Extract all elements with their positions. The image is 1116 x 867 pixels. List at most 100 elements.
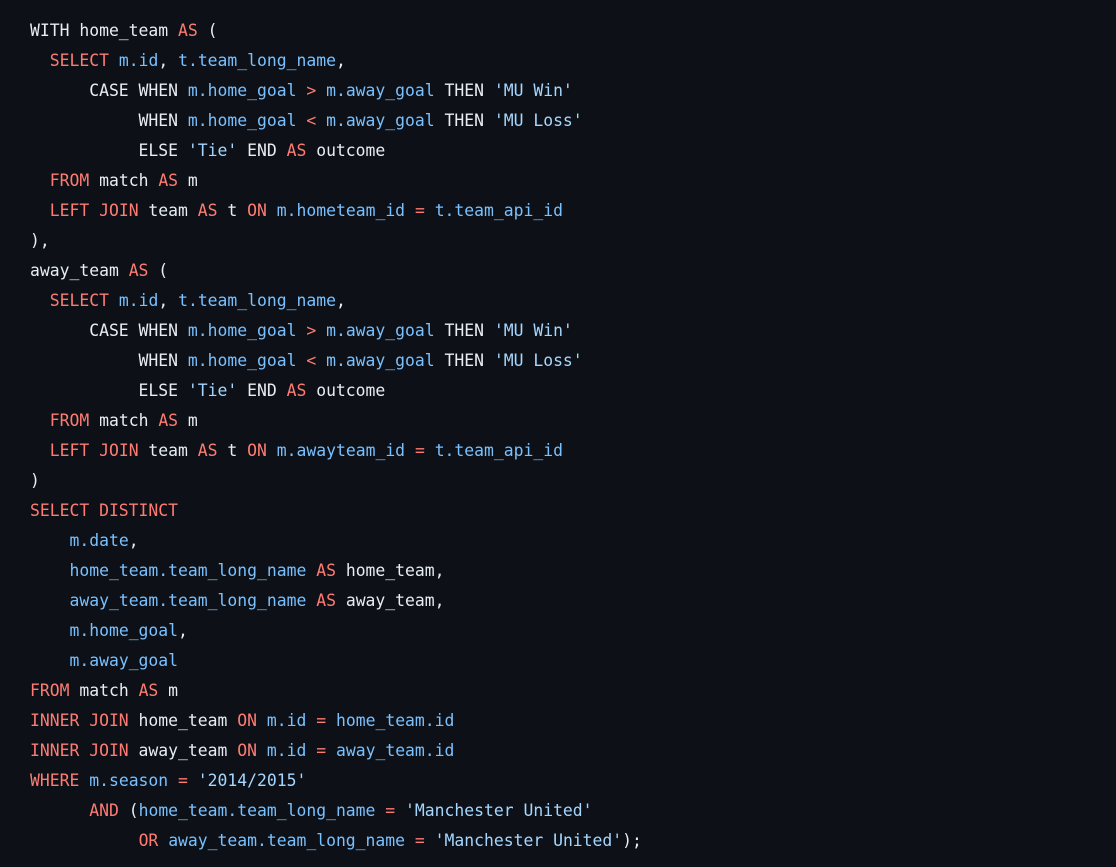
plain-token: , — [335, 51, 346, 70]
code-line: CASE WHEN m.home_goal > m.away_goal THEN… — [30, 76, 642, 106]
plain-token: match — [89, 171, 159, 190]
plain-token: match — [89, 411, 159, 430]
identifier-token: m.id — [266, 711, 307, 730]
plain-token: t — [217, 201, 248, 220]
operator-token: < — [306, 111, 317, 130]
plain-token: ( — [197, 21, 218, 40]
identifier-token: m.id — [118, 51, 159, 70]
plain-token: THEN — [434, 321, 494, 340]
keyword-token: LEFT JOIN — [49, 201, 139, 220]
operator-token: = — [414, 831, 425, 850]
plain-token: home_team, — [335, 561, 445, 580]
keyword-token: WHERE — [30, 771, 80, 790]
operator-token: = — [316, 741, 327, 760]
keyword-token: AS — [197, 441, 218, 460]
keyword-token: ON — [237, 741, 257, 760]
identifier-token: home_team.team_long_name — [138, 801, 376, 820]
plain-token: WHEN — [30, 351, 188, 370]
keyword-token: ON — [247, 441, 267, 460]
keyword-token: SELECT — [49, 291, 109, 310]
keyword-token: FROM — [30, 681, 70, 700]
plain-token: t — [217, 441, 248, 460]
keyword-token: ON — [247, 201, 267, 220]
plain-token: away_team — [128, 741, 238, 760]
string-token: 'MU Loss' — [493, 351, 583, 370]
keyword-token: AS — [316, 561, 336, 580]
identifier-token: m.home_goal — [187, 81, 297, 100]
code-line: ), — [30, 226, 642, 256]
code-line: WITH home_team AS ( — [30, 16, 642, 46]
plain-token: team — [138, 441, 198, 460]
keyword-token: AS — [316, 591, 336, 610]
identifier-token: away_team.team_long_name — [69, 591, 307, 610]
code-line: away_team AS ( — [30, 256, 642, 286]
identifier-token: m.awayteam_id — [276, 441, 406, 460]
string-token: 'Tie' — [187, 381, 238, 400]
plain-token: m — [178, 411, 198, 430]
string-token: '2014/2015' — [197, 771, 307, 790]
plain-token: m — [178, 171, 198, 190]
keyword-token: AS — [158, 411, 179, 430]
operator-token: > — [306, 321, 317, 340]
keyword-token: FROM — [49, 411, 90, 430]
identifier-token: m.home_goal — [187, 321, 297, 340]
plain-token: THEN — [434, 111, 494, 130]
plain-token: , — [158, 291, 179, 310]
code-line: m.away_goal — [30, 646, 642, 676]
string-token: 'Manchester United' — [405, 801, 593, 820]
keyword-token: SELECT — [49, 51, 109, 70]
plain-token: away_team — [30, 261, 129, 280]
plain-token: , — [158, 51, 179, 70]
code-line: home_team.team_long_name AS home_team, — [30, 556, 642, 586]
plain-token: THEN — [434, 81, 494, 100]
code-line: LEFT JOIN team AS t ON m.hometeam_id = t… — [30, 196, 642, 226]
plain-token: home_team — [128, 711, 238, 730]
plain-token: , — [335, 291, 346, 310]
code-line: m.date, — [30, 526, 642, 556]
sql-code-block: WITH home_team AS ( SELECT m.id, t.team_… — [30, 16, 642, 856]
plain-token: ELSE — [30, 381, 188, 400]
plain-token: END — [237, 381, 287, 400]
identifier-token: m.id — [118, 291, 159, 310]
code-line: CASE WHEN m.home_goal > m.away_goal THEN… — [30, 316, 642, 346]
keyword-token: AS — [178, 21, 198, 40]
plain-token: away_team, — [335, 591, 445, 610]
operator-token: > — [306, 81, 317, 100]
plain-token: outcome — [306, 141, 386, 160]
operator-token: = — [414, 441, 425, 460]
keyword-token: AS — [197, 201, 218, 220]
code-line: SELECT m.id, t.team_long_name, — [30, 286, 642, 316]
code-line: ELSE 'Tie' END AS outcome — [30, 376, 642, 406]
code-line: SELECT m.id, t.team_long_name, — [30, 46, 642, 76]
identifier-token: m.home_goal — [69, 621, 179, 640]
keyword-token: AS — [138, 681, 159, 700]
keyword-token: ON — [237, 711, 257, 730]
plain-token: WHEN — [30, 111, 188, 130]
identifier-token: t.team_api_id — [434, 201, 563, 220]
plain-token: THEN — [434, 351, 494, 370]
code-line: FROM match AS m — [30, 166, 642, 196]
identifier-token: home_team.id — [335, 711, 455, 730]
identifier-token: home_team.team_long_name — [69, 561, 307, 580]
